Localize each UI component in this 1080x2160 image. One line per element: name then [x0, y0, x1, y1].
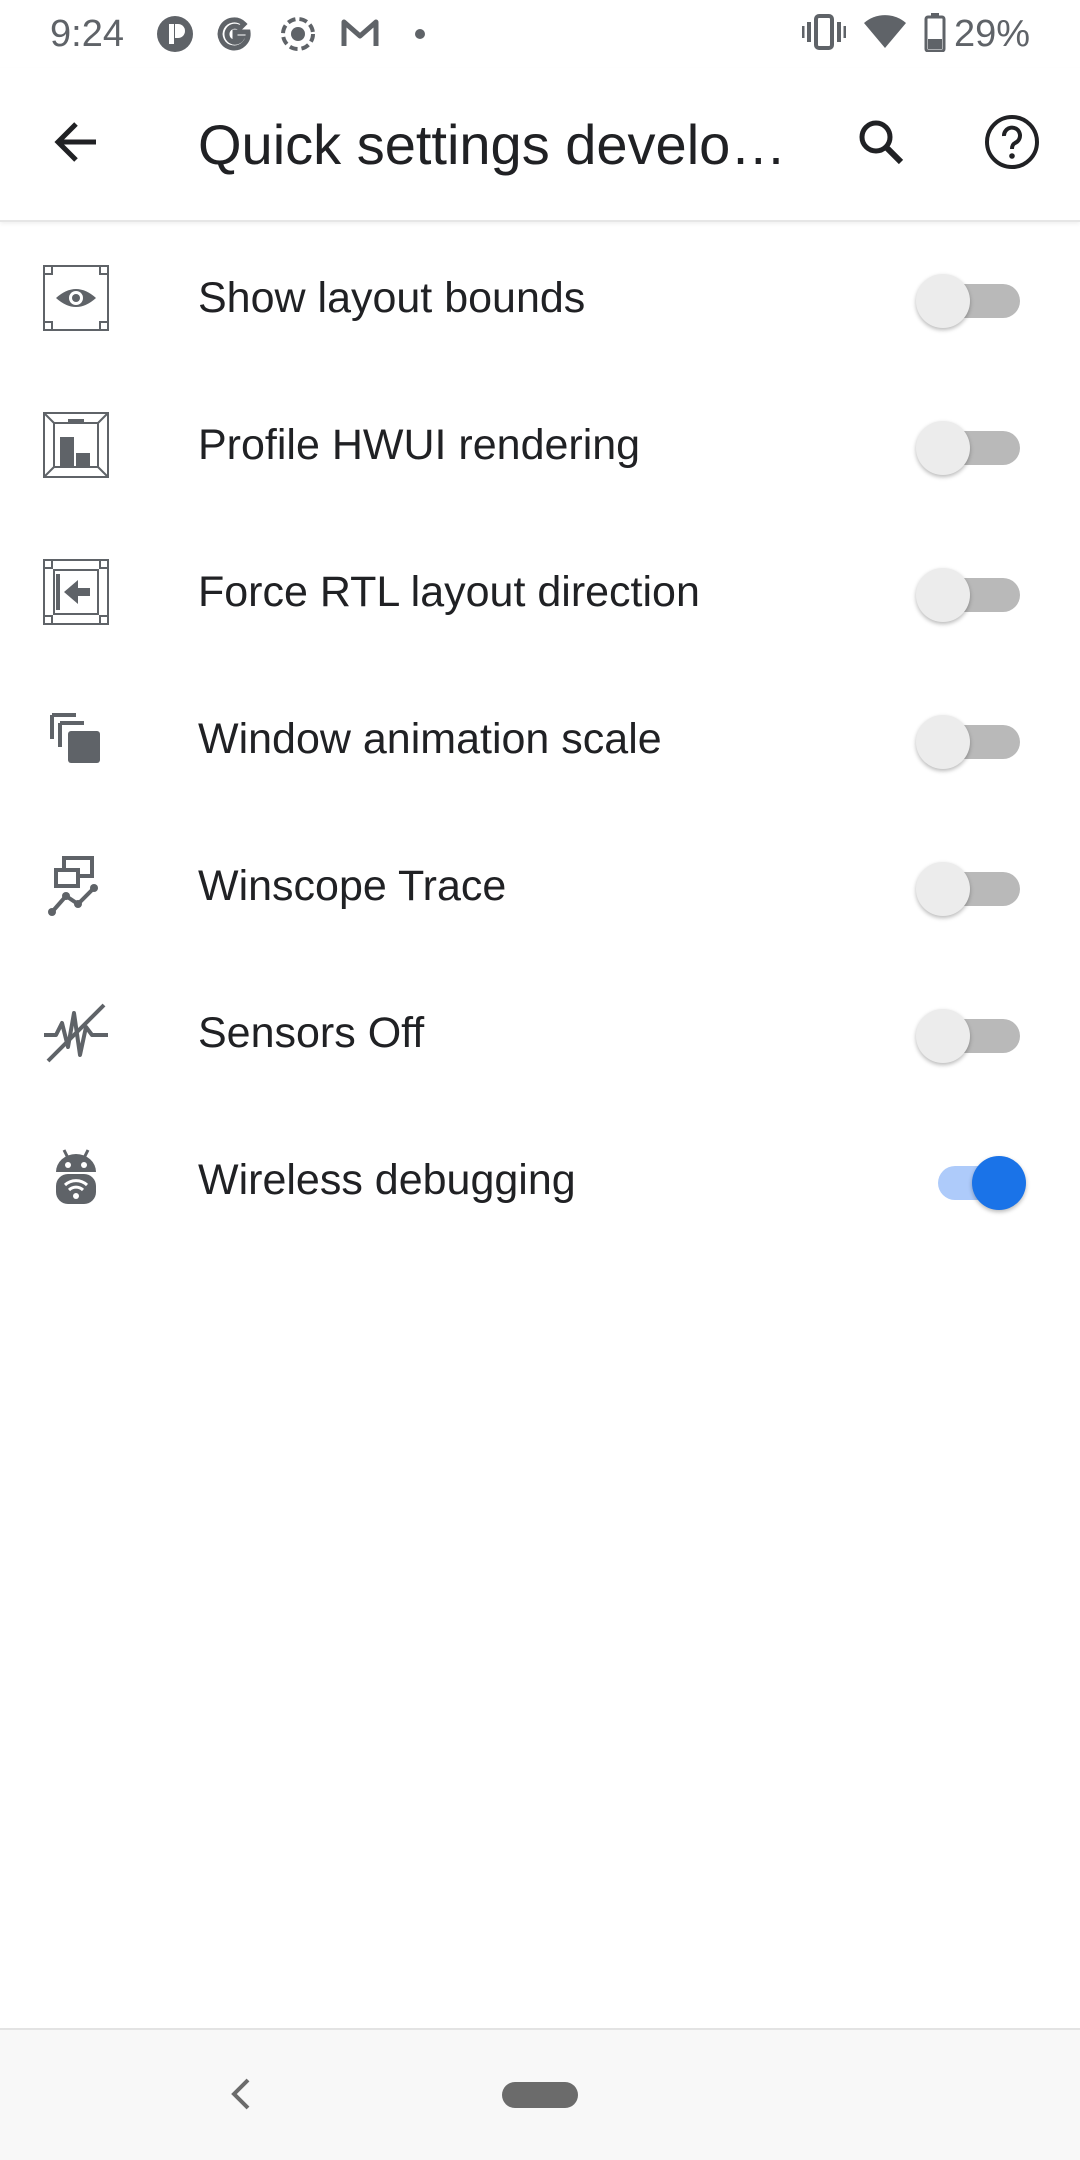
switch-thumb	[916, 568, 970, 622]
status-system-icons: 29%	[801, 10, 1030, 58]
sensors-off-icon	[40, 997, 112, 1069]
tile-row-winscope-trace[interactable]: Winscope Trace	[0, 810, 1080, 957]
switch-thumb	[916, 274, 970, 328]
tile-label: Force RTL layout direction	[198, 568, 700, 616]
switch-thumb	[916, 421, 970, 475]
wifi-icon	[862, 12, 908, 57]
tile-row-window-animation-scale[interactable]: Window animation scale	[0, 663, 1080, 810]
google-icon	[215, 14, 255, 54]
search-button[interactable]	[845, 108, 917, 180]
navigation-bar	[0, 2028, 1080, 2160]
tile-label: Show layout bounds	[198, 274, 586, 322]
tile-label: Winscope Trace	[198, 862, 507, 910]
battery-icon	[924, 12, 946, 57]
winscope-trace-icon	[40, 850, 112, 922]
search-icon	[855, 116, 907, 173]
tile-toggle-profile-hwui-rendering[interactable]	[916, 421, 1026, 475]
tile-label: Profile HWUI rendering	[198, 421, 641, 469]
vibrate-icon	[801, 12, 847, 57]
help-button[interactable]	[976, 108, 1048, 180]
nav-home-pill[interactable]	[502, 2082, 578, 2108]
tile-row-show-layout-bounds[interactable]: Show layout bounds	[0, 222, 1080, 369]
tile-toggle-winscope-trace[interactable]	[916, 862, 1026, 916]
arrow-back-icon	[50, 116, 102, 173]
help-icon	[984, 114, 1040, 175]
window-animation-icon	[40, 703, 112, 775]
tile-toggle-show-layout-bounds[interactable]	[916, 274, 1026, 328]
tile-row-profile-hwui-rendering[interactable]: Profile HWUI rendering	[0, 369, 1080, 516]
nav-back-button[interactable]	[220, 2072, 260, 2120]
switch-thumb	[972, 1156, 1026, 1210]
layout-bounds-icon	[40, 262, 112, 334]
tile-label: Sensors Off	[198, 1009, 425, 1057]
tile-toggle-sensors-off[interactable]	[916, 1009, 1026, 1063]
status-bar: 9:24 29%	[0, 0, 1080, 68]
app-notification-icon	[155, 14, 195, 54]
screen: 9:24 29% Quick settings develo… Show lay…	[0, 0, 1080, 2160]
battery-percent: 29%	[953, 12, 1030, 55]
tile-toggle-window-animation-scale[interactable]	[916, 715, 1026, 769]
tile-label: Wireless debugging	[198, 1156, 576, 1204]
screen-record-icon	[278, 14, 318, 54]
switch-thumb	[916, 862, 970, 916]
tile-label: Window animation scale	[198, 715, 662, 763]
tile-toggle-wireless-debugging[interactable]	[916, 1156, 1026, 1210]
status-time: 9:24	[50, 13, 124, 55]
gmail-icon	[340, 14, 380, 54]
page-title: Quick settings develo…	[198, 113, 787, 176]
tile-toggle-force-rtl-layout-direction[interactable]	[916, 568, 1026, 622]
switch-thumb	[916, 1009, 970, 1063]
tile-row-wireless-debugging[interactable]: Wireless debugging	[0, 1104, 1080, 1251]
tile-row-sensors-off[interactable]: Sensors Off	[0, 957, 1080, 1104]
back-button[interactable]	[40, 108, 112, 180]
switch-thumb	[916, 715, 970, 769]
tile-list: Show layout bounds Profile HWUI renderin…	[0, 222, 1080, 1251]
app-bar: Quick settings develo…	[0, 68, 1080, 222]
hwui-profile-icon	[40, 409, 112, 481]
wireless-debugging-icon	[40, 1144, 112, 1216]
nav-back-icon	[228, 2074, 252, 2119]
more-dot-icon	[410, 14, 430, 54]
tile-row-force-rtl-layout-direction[interactable]: Force RTL layout direction	[0, 516, 1080, 663]
rtl-direction-icon	[40, 556, 112, 628]
